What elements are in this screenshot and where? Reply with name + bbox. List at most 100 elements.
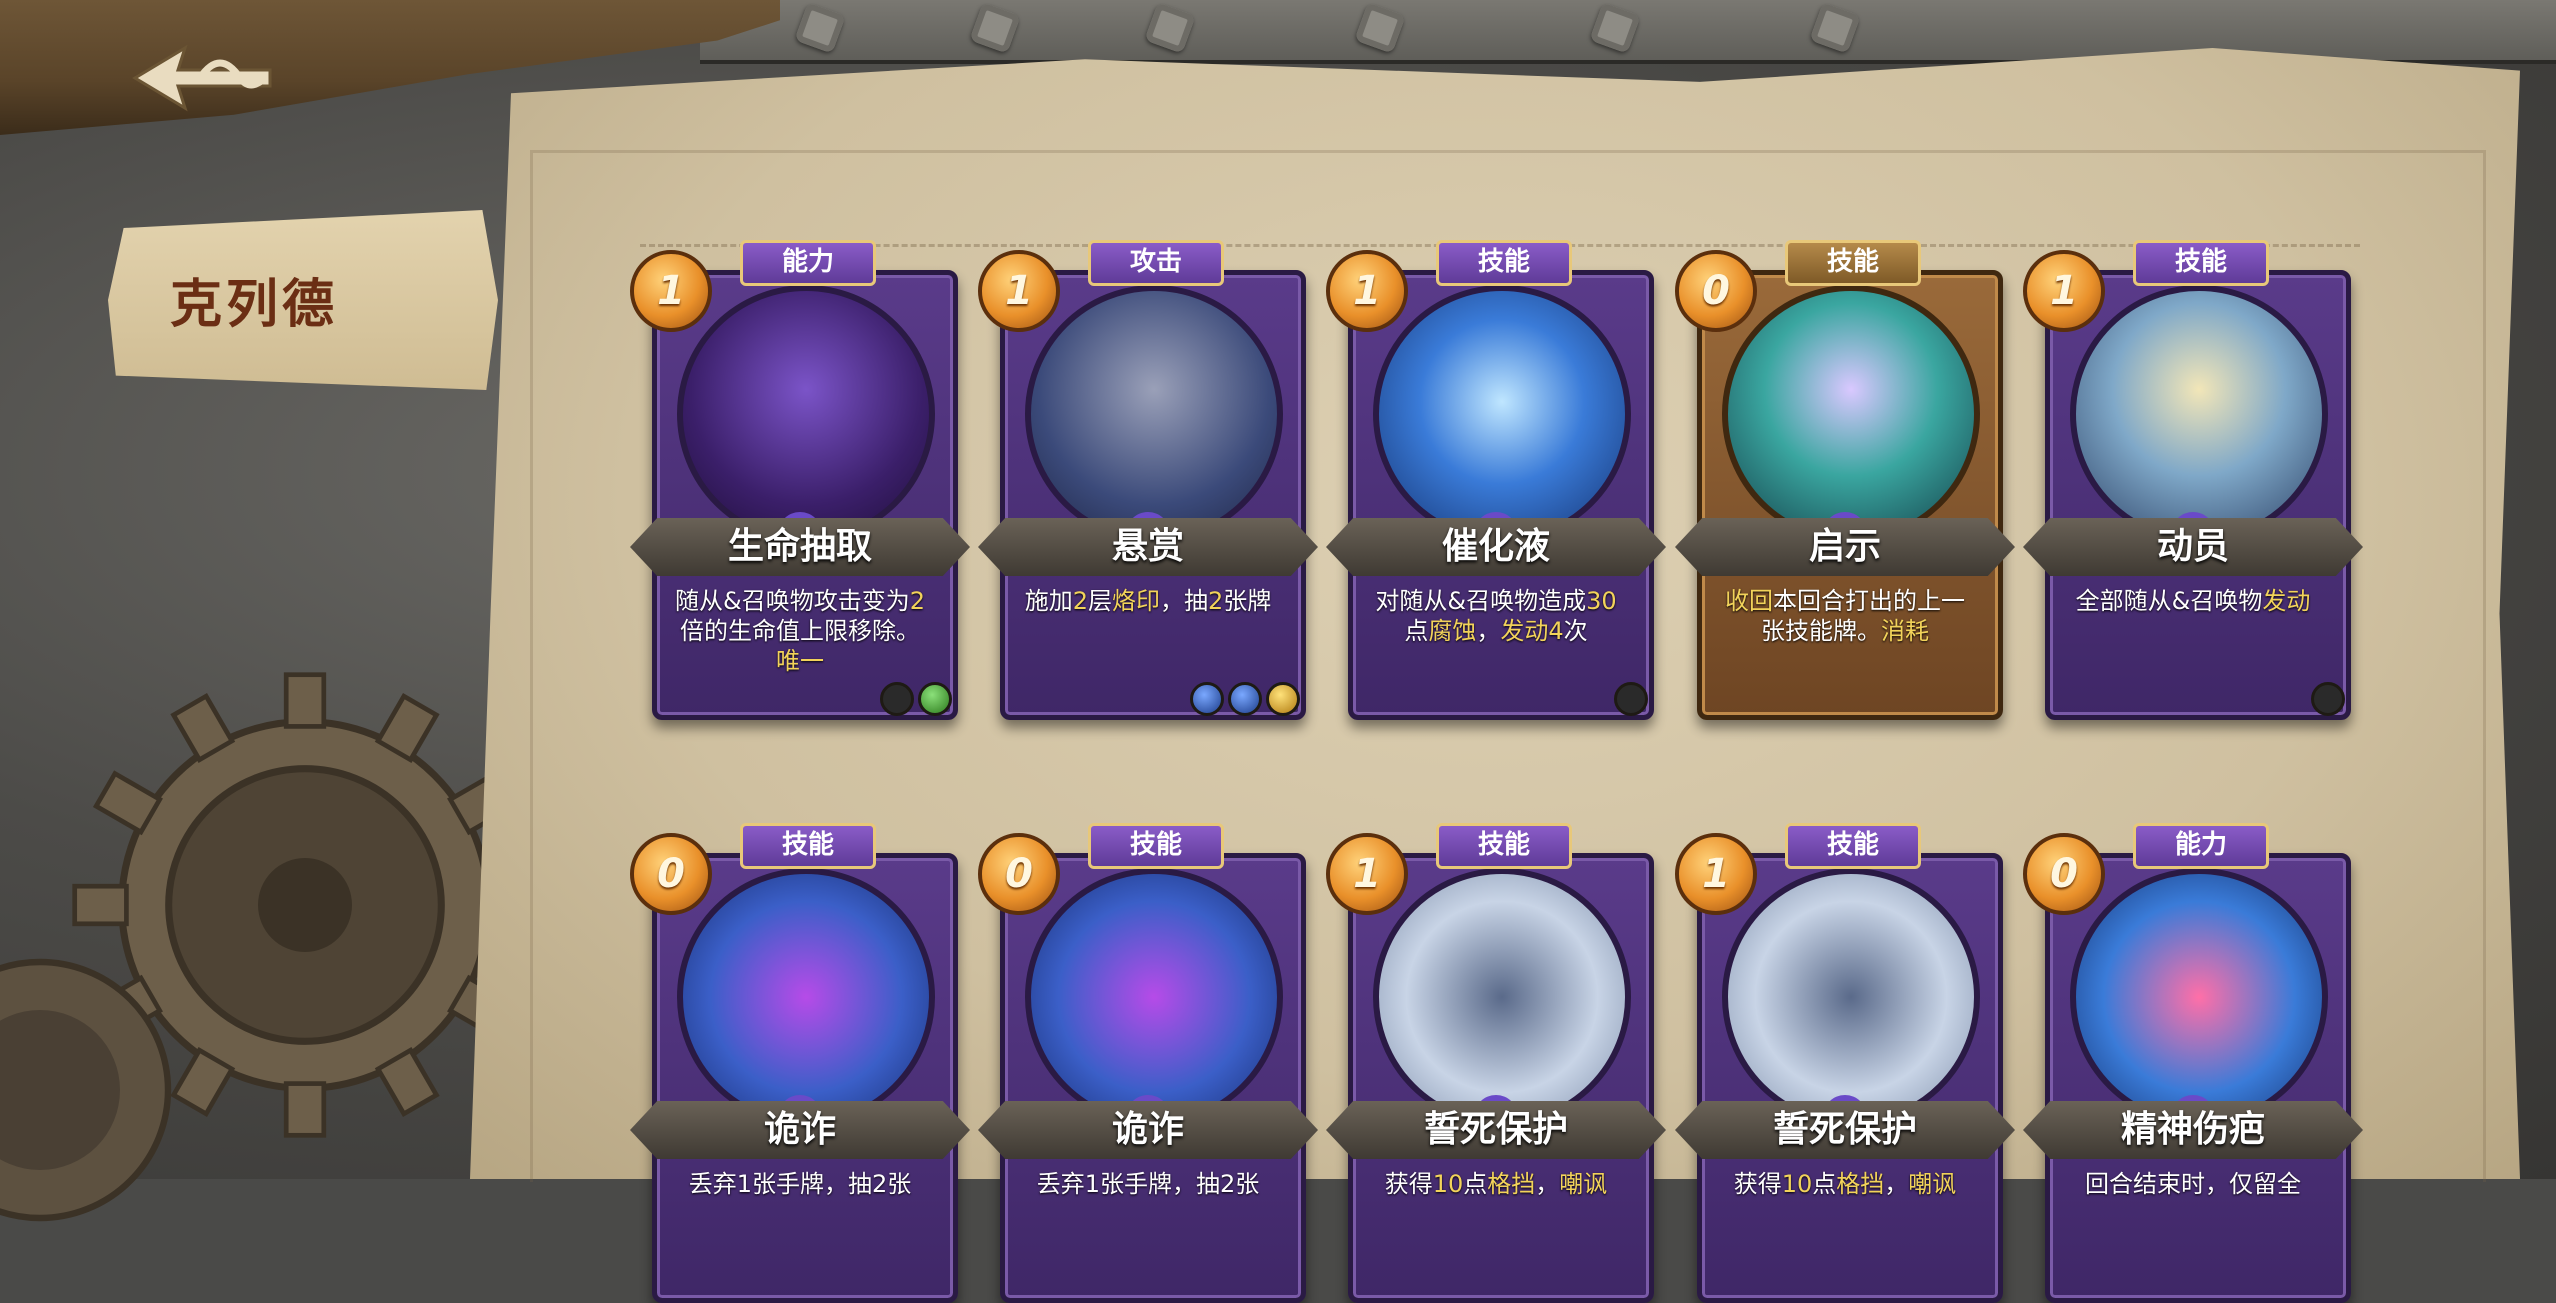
card-description: 随从&召唤物攻击变为2倍的生命值上限移除。唯一	[672, 586, 928, 686]
description-text: 回合结束时，仅留全	[2085, 1170, 2301, 1198]
card-art	[2070, 285, 2328, 543]
description-text: 全部随从&召唤物	[2075, 587, 2263, 615]
card-art	[1722, 868, 1980, 1126]
card-type-tag: 技能	[1436, 240, 1572, 286]
keyword-highlight: 2	[1072, 587, 1088, 615]
dark-gem-icon	[880, 682, 914, 716]
bolt-icon	[1144, 2, 1196, 54]
card-cost: 1	[1675, 833, 1757, 915]
bolt-icon	[1589, 2, 1641, 54]
card-cost: 0	[2023, 833, 2105, 915]
bolt-icon	[1354, 2, 1406, 54]
back-button[interactable]	[125, 38, 285, 118]
card-name: 誓死保护	[1326, 1101, 1666, 1159]
skill-card[interactable]: 1 技能誓死保护获得10点格挡，嘲讽	[1675, 823, 2015, 1303]
card-art	[677, 868, 935, 1126]
skill-card[interactable]: 0 技能 诡诈 丢弃1张手牌，抽2张	[630, 823, 970, 1303]
small-gear-icon	[0, 958, 172, 1222]
card-cost: 0	[978, 833, 1060, 915]
description-text: 对随从&召唤物造成	[1375, 587, 1587, 615]
description-text: 获得	[1733, 1170, 1782, 1198]
card-name: 诡诈	[978, 1101, 1318, 1159]
skill-card[interactable]: 1 技能誓死保护获得10点格挡，嘲讽	[1326, 823, 1666, 1303]
keyword-highlight: 10	[1432, 1170, 1464, 1198]
description-text: 点	[1812, 1170, 1837, 1198]
card-description: 施加2层烙印，抽2张牌	[1020, 586, 1276, 686]
blue-gem-icon	[1190, 682, 1224, 716]
keyword-highlight: 发动	[1500, 617, 1549, 645]
keyword-highlight: 2	[909, 587, 925, 615]
card-description: 对随从&召唤物造成30 点腐蚀，发动4次	[1368, 586, 1624, 686]
description-text: 本回合打出的上一张技能牌。	[1761, 587, 1965, 645]
upgrade-gems	[1614, 682, 1648, 716]
description-text: ，	[1476, 617, 1501, 645]
keyword-highlight: 收回	[1725, 587, 1773, 615]
card-description: 收回本回合打出的上一张技能牌。消耗	[1717, 586, 1973, 686]
keyword-highlight: 嘲讽	[1559, 1170, 1608, 1198]
card-type-tag: 能力	[740, 240, 876, 286]
dark-gem-icon	[2311, 682, 2345, 716]
card-art	[1373, 285, 1631, 543]
upgrade-gems	[1190, 682, 1300, 716]
description-text: 倍的生命值上限移除。	[680, 617, 920, 645]
card-type-tag: 技能	[1436, 823, 1572, 869]
card-name: 诡诈	[630, 1101, 970, 1159]
card-art	[1722, 285, 1980, 543]
card-art	[1373, 868, 1631, 1126]
card-art	[1025, 285, 1283, 543]
description-text: ，抽	[1160, 587, 1208, 615]
card-description: 获得10点格挡，嘲讽	[1368, 1169, 1624, 1269]
skill-card[interactable]: 1 技能 催化液 对随从&召唤物造成30 点腐蚀，发动4次	[1326, 240, 1666, 720]
card-cost: 1	[1326, 833, 1408, 915]
card-cost: 1	[1326, 250, 1408, 332]
keyword-highlight: 烙印	[1112, 587, 1160, 615]
keyword-highlight: 消耗	[1881, 617, 1929, 645]
skill-card[interactable]: 0 技能 启示 收回本回合打出的上一张技能牌。消耗	[1675, 240, 2015, 720]
card-name: 悬赏	[978, 518, 1318, 576]
bolt-icon	[1809, 2, 1861, 54]
skill-card[interactable]: 0 能力精神伤疤回合结束时，仅留全	[2023, 823, 2363, 1303]
card-name: 启示	[1675, 518, 2015, 576]
card-name: 精神伤疤	[2023, 1101, 2363, 1159]
card-name: 生命抽取	[630, 518, 970, 576]
skill-card[interactable]: 1 攻击 悬赏 施加2层烙印，抽2张牌	[978, 240, 1318, 720]
card-cost: 1	[630, 250, 712, 332]
description-text: 随从&召唤物攻击变为	[675, 587, 910, 615]
card-name: 誓死保护	[1675, 1101, 2015, 1159]
card-type-tag: 技能	[740, 823, 876, 869]
keyword-highlight: 腐蚀	[1428, 617, 1477, 645]
card-cost: 0	[630, 833, 712, 915]
character-name: 克列德	[170, 275, 339, 335]
description-text: 获得	[1384, 1170, 1433, 1198]
card-type-tag: 技能	[1785, 823, 1921, 869]
card-cost: 1	[978, 250, 1060, 332]
skill-card[interactable]: 0 技能诡诈丢弃1张手牌，抽2张	[978, 823, 1318, 1303]
card-description: 回合结束时，仅留全	[2065, 1169, 2321, 1269]
bolt-icon	[794, 2, 846, 54]
description-text: 点	[1463, 1170, 1488, 1198]
description-text: ，	[1535, 1170, 1560, 1198]
card-art	[2070, 868, 2328, 1126]
card-type-tag: 技能	[1088, 823, 1224, 869]
keyword-highlight: 嘲讽	[1908, 1170, 1957, 1198]
green-gem-icon	[918, 682, 952, 716]
skill-card[interactable]: 1 技能 动员 全部随从&召唤物发动	[2023, 240, 2363, 720]
description-text: 张牌	[1223, 587, 1272, 615]
description-text: 丢弃1张手牌，抽2张	[1036, 1170, 1260, 1198]
description-text: 施加	[1024, 587, 1073, 615]
description-text: ，	[1884, 1170, 1909, 1198]
keyword-highlight: 4	[1548, 617, 1564, 645]
bolt-icon	[969, 2, 1021, 54]
keyword-highlight: 唯一	[776, 647, 824, 675]
description-text: 层	[1088, 587, 1112, 615]
card-art	[1025, 868, 1283, 1126]
keyword-highlight: 2	[1208, 587, 1224, 615]
card-type-tag: 能力	[2133, 823, 2269, 869]
card-description: 获得10点格挡，嘲讽	[1717, 1169, 1973, 1269]
card-cost: 0	[1675, 250, 1757, 332]
skill-card[interactable]: 1 能力生命抽取随从&召唤物攻击变为2倍的生命值上限移除。唯一	[630, 240, 970, 720]
card-description: 全部随从&召唤物发动	[2065, 586, 2321, 686]
card-cost: 1	[2023, 250, 2105, 332]
upgrade-gems	[880, 682, 952, 716]
card-type-tag: 攻击	[1088, 240, 1224, 286]
